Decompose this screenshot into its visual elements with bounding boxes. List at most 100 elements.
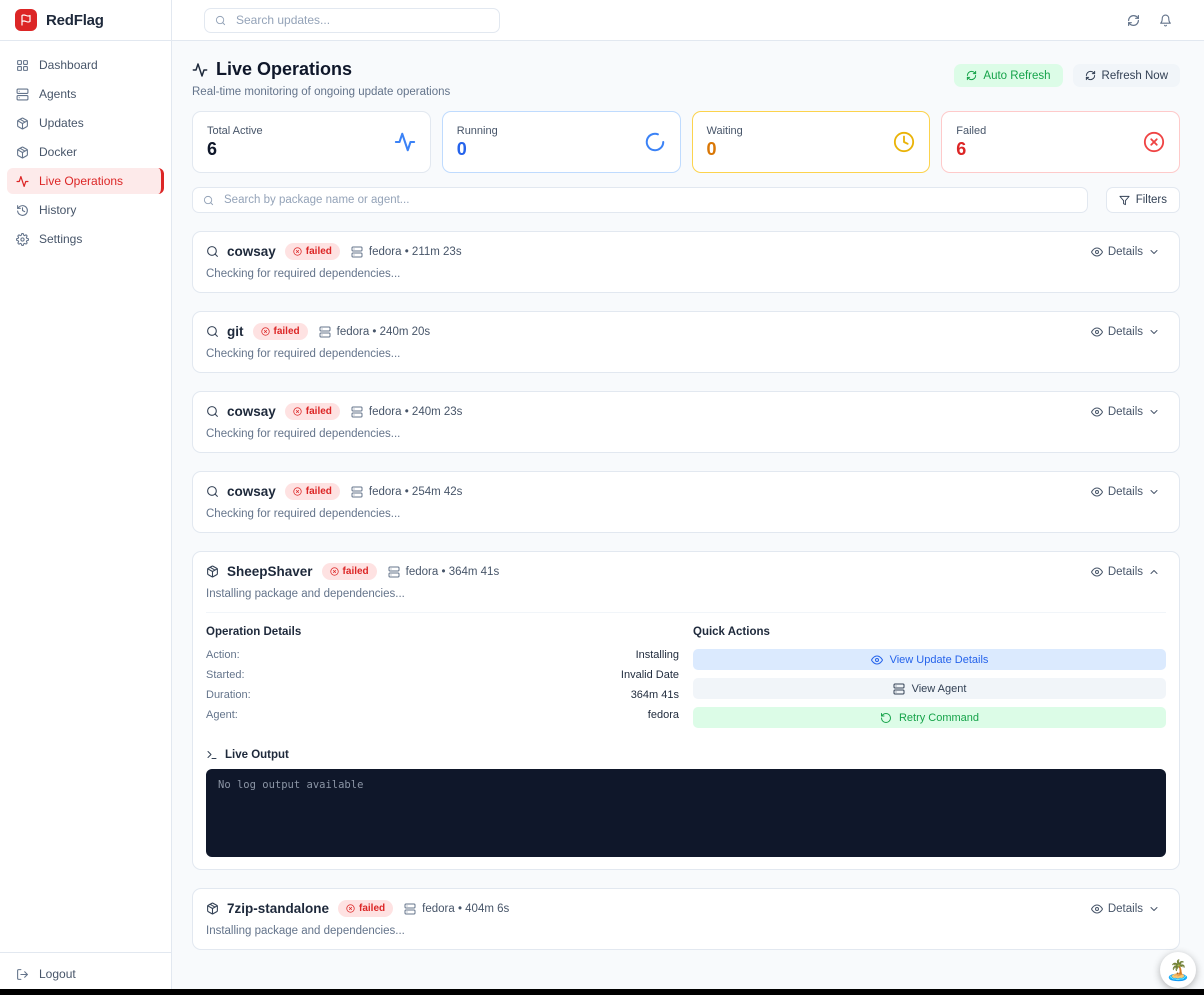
sidebar-item-settings[interactable]: Settings [7, 226, 164, 252]
details-label: Details [1108, 903, 1143, 915]
sidebar-item-label: Agents [39, 87, 76, 101]
page-subtitle: Real-time monitoring of ongoing update o… [192, 86, 450, 98]
x-circle-icon [293, 247, 302, 256]
sidebar-item-docker[interactable]: Docker [7, 139, 164, 165]
server-icon [351, 406, 363, 418]
bell-icon[interactable] [1159, 14, 1172, 27]
view-agent-button[interactable]: View Agent [693, 678, 1166, 699]
stat-label: Failed [956, 125, 986, 137]
sidebar-item-updates[interactable]: Updates [7, 110, 164, 136]
activity-icon [192, 62, 208, 78]
dashboard-icon [16, 59, 29, 72]
operation-meta: fedora • 240m 23s [351, 406, 463, 418]
operation-meta: fedora • 364m 41s [388, 566, 500, 578]
retry-command-button[interactable]: Retry Command [693, 707, 1166, 728]
spinner-icon [644, 131, 666, 153]
operations-search-input[interactable] [222, 193, 1077, 207]
details-button[interactable]: Details [1085, 565, 1166, 579]
live-output-terminal: No log output available [206, 769, 1166, 857]
header-actions: Auto Refresh Refresh Now [954, 64, 1180, 87]
operation-card: cowsay failed fedora • 254m 42s Details … [192, 471, 1180, 533]
server-icon [388, 566, 400, 578]
refresh-now-label: Refresh Now [1102, 70, 1168, 82]
server-icon [404, 903, 416, 915]
topbar-actions [1127, 14, 1172, 27]
operation-message: Checking for required dependencies... [206, 348, 1166, 360]
auto-refresh-button[interactable]: Auto Refresh [954, 64, 1062, 87]
details-label: Details [1108, 566, 1143, 578]
details-button[interactable]: Details [1085, 485, 1166, 499]
operations-search[interactable] [192, 187, 1088, 213]
eye-icon [1091, 326, 1103, 338]
stat-label: Running [457, 125, 498, 137]
global-search-input[interactable] [234, 12, 489, 28]
main-column: Live Operations Real-time monitoring of … [172, 0, 1204, 995]
details-label: Details [1108, 326, 1143, 338]
operation-message: Installing package and dependencies... [206, 925, 1166, 937]
eye-icon [1091, 566, 1103, 578]
bottom-black-bar [0, 989, 1204, 995]
details-button[interactable]: Details [1085, 405, 1166, 419]
search-icon [203, 195, 214, 206]
flag-icon [20, 14, 32, 26]
x-circle-icon [330, 567, 339, 576]
eye-icon [1091, 486, 1103, 498]
operation-name: cowsay [227, 244, 276, 259]
sidebar-item-agents[interactable]: Agents [7, 81, 164, 107]
details-button[interactable]: Details [1085, 325, 1166, 339]
quick-actions-section: Quick Actions View Update Details View A… [693, 626, 1166, 736]
x-circle-icon [293, 407, 302, 416]
activity-icon [16, 175, 29, 188]
global-search[interactable] [204, 8, 500, 33]
details-button[interactable]: Details [1085, 902, 1166, 916]
chevron-up-icon [1148, 566, 1160, 578]
operation-meta: fedora • 211m 23s [351, 246, 462, 258]
sidebar-item-live-operations[interactable]: Live Operations [7, 168, 164, 194]
filters-button[interactable]: Filters [1106, 187, 1180, 213]
operation-name: 7zip-standalone [227, 901, 329, 916]
sidebar-item-label: Settings [39, 232, 82, 246]
search-icon [206, 245, 219, 258]
topbar [172, 0, 1204, 41]
refresh-now-button[interactable]: Refresh Now [1073, 64, 1180, 87]
operation-details-section: Operation Details Action: Installing Sta… [206, 626, 679, 736]
redflag-logo [15, 9, 37, 31]
stat-value: 6 [956, 140, 986, 160]
package-icon [206, 902, 219, 915]
operation-message: Checking for required dependencies... [206, 508, 1166, 520]
page-title-row: Live Operations [192, 59, 450, 80]
filter-icon [1119, 195, 1130, 206]
server-icon [351, 486, 363, 498]
logout-button[interactable]: Logout [16, 967, 155, 981]
search-icon [206, 485, 219, 498]
stats-row: Total Active 6 Running 0 Waiting 0 [192, 111, 1180, 173]
package-icon [16, 117, 29, 130]
stat-label: Waiting [707, 125, 743, 137]
stat-value: 0 [707, 140, 743, 160]
sidebar-item-label: Docker [39, 145, 77, 159]
detail-field: Agent: fedora [206, 709, 679, 721]
refresh-icon[interactable] [1127, 14, 1140, 27]
view-update-details-button[interactable]: View Update Details [693, 649, 1166, 670]
brand-header: RedFlag [0, 0, 171, 41]
island-emoji-button[interactable]: 🏝️ [1160, 952, 1196, 988]
auto-refresh-label: Auto Refresh [983, 70, 1050, 82]
chevron-down-icon [1148, 406, 1160, 418]
live-output-header: Live Output [206, 749, 1166, 761]
operation-meta: fedora • 404m 6s [404, 903, 509, 915]
server-icon [351, 246, 363, 258]
activity-icon [394, 131, 416, 153]
operation-name: cowsay [227, 404, 276, 419]
detail-field: Action: Installing [206, 649, 679, 661]
refresh-cw-icon [1085, 70, 1096, 81]
eye-icon [1091, 406, 1103, 418]
status-badge: failed [338, 900, 393, 917]
sidebar-item-label: Updates [39, 116, 84, 130]
logout-icon [16, 968, 29, 981]
sidebar-item-history[interactable]: History [7, 197, 164, 223]
x-circle-icon [261, 327, 270, 336]
sidebar-item-label: Dashboard [39, 58, 98, 72]
sidebar-item-dashboard[interactable]: Dashboard [7, 52, 164, 78]
details-button[interactable]: Details [1085, 245, 1166, 259]
operation-meta: fedora • 240m 20s [319, 326, 431, 338]
